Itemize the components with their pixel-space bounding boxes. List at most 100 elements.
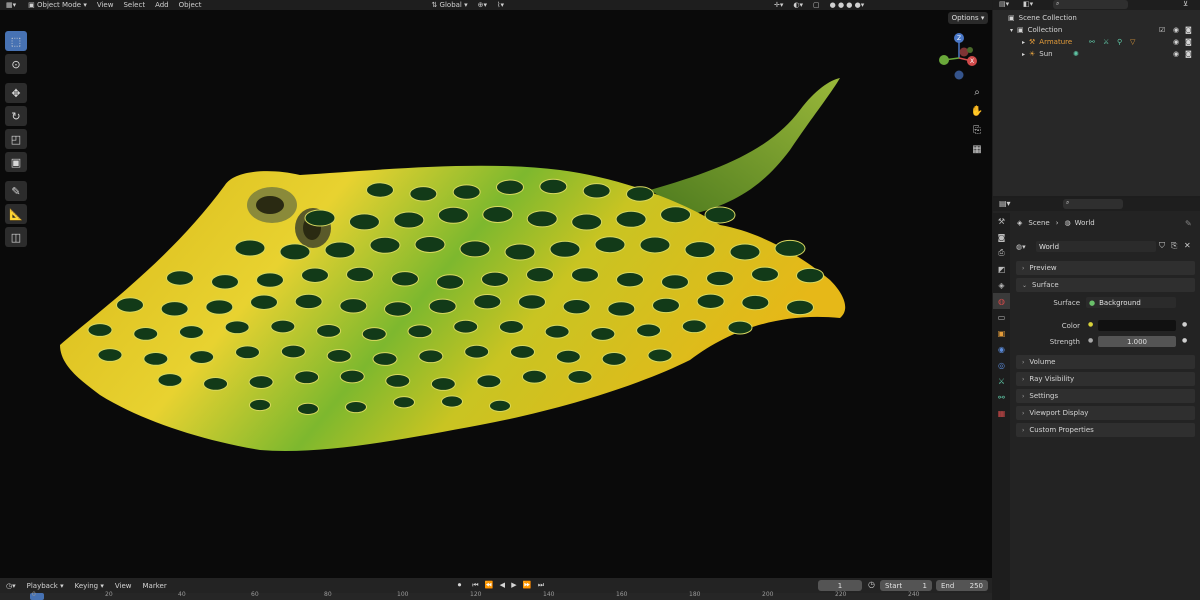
end-frame-field[interactable]: End 250 — [936, 580, 988, 591]
timeline-editor-icon[interactable]: ◷▾ — [6, 582, 16, 590]
select-box-tool[interactable]: ⬚ — [5, 31, 27, 51]
render-camera-icon[interactable]: ◙ — [1185, 38, 1192, 46]
menu-add[interactable]: Add — [155, 0, 169, 10]
panel-custom-properties[interactable]: › Custom Properties — [1016, 423, 1195, 437]
collection-row[interactable]: ▾ ▣ Collection ☑ ◉ ◙ — [993, 24, 1200, 36]
editor-type-icon[interactable]: ▦▾ — [6, 0, 16, 10]
camera-icon[interactable]: ⎘ — [970, 122, 984, 138]
pin-icon[interactable]: ✎ — [1185, 219, 1192, 228]
modifier-tab-icon[interactable]: ◉ — [993, 341, 1010, 357]
outliner-editor-icon[interactable]: ▤▾ — [999, 0, 1009, 8]
navigation-gizmo[interactable]: Z X — [934, 28, 984, 83]
unlink-icon[interactable]: ✕ — [1184, 241, 1191, 250]
expand-arrow-icon[interactable]: ▸ — [1022, 39, 1025, 46]
world-datablock-selector[interactable]: ◍▾ — [1016, 241, 1036, 253]
color-swatch[interactable] — [1098, 320, 1176, 331]
menu-view-timeline[interactable]: View — [115, 582, 132, 590]
panel-settings[interactable]: › Settings — [1016, 389, 1195, 403]
scale-tool[interactable]: ◰ — [5, 129, 27, 149]
options-button[interactable]: Options ▾ — [948, 12, 988, 24]
cursor-tool[interactable]: ⊙ — [5, 54, 27, 74]
start-frame-field[interactable]: Start 1 — [880, 580, 932, 591]
body-spot — [594, 236, 626, 254]
keyframe-dot-icon[interactable]: ● — [1182, 321, 1187, 328]
object-tab-icon[interactable]: ▣ — [993, 325, 1010, 341]
transform-tool[interactable]: ▣ — [5, 152, 27, 172]
checkbox-icon[interactable]: ☑ — [1159, 26, 1165, 34]
constraints-tab-icon[interactable]: ⚯ — [993, 389, 1010, 405]
properties-tabs: ⚒ ◙ ⎙ ◩ ◈ ◍ ▭ ▣ ◉ ◎ ⚔ ⚯ ▦ — [993, 213, 1010, 600]
body-spot — [562, 298, 591, 315]
measure-tool[interactable]: 📐 — [5, 204, 27, 224]
collection-tab-icon[interactable]: ▭ — [993, 309, 1010, 325]
view-layer-tab-icon[interactable]: ◩ — [993, 261, 1010, 277]
stingray-model[interactable] — [0, 0, 992, 578]
body-spot — [571, 267, 599, 283]
display-mode-icon[interactable]: ◧▾ — [1023, 0, 1033, 8]
keyframe-dot-icon[interactable]: ● — [1182, 337, 1187, 344]
overlay-icon[interactable]: ◐▾ — [793, 0, 803, 10]
properties-search[interactable]: ⌕ — [1063, 199, 1123, 209]
world-name-field[interactable]: World — [1036, 241, 1156, 252]
menu-marker[interactable]: Marker — [143, 582, 167, 590]
expand-arrow-icon[interactable]: ▾ — [1010, 27, 1013, 34]
scene-collection-row[interactable]: ▣ Scene Collection — [993, 12, 1200, 24]
timeline-ruler[interactable]: 0 20 40 60 80 100 120 140 160 180 200 220 240 — [0, 591, 992, 600]
fake-user-icon[interactable]: ⛉ — [1159, 241, 1165, 251]
visibility-eye-icon[interactable]: ◉ — [1173, 50, 1179, 58]
panel-volume[interactable]: › Volume — [1016, 355, 1195, 369]
pan-hand-icon[interactable]: ✋ — [970, 103, 984, 119]
move-tool[interactable]: ✥ — [5, 83, 27, 103]
output-tab-icon[interactable]: ⎙ — [993, 245, 1010, 261]
menu-view[interactable]: View — [97, 0, 114, 10]
expand-arrow-icon[interactable]: ▸ — [1022, 51, 1025, 58]
physics-tab-icon[interactable]: ⚔ — [993, 373, 1010, 389]
panel-ray-visibility[interactable]: › Ray Visibility — [1016, 372, 1195, 386]
viewport-header: ▦▾ ▣ Object Mode ▾ View Select Add Objec… — [0, 0, 992, 10]
panel-viewport-display[interactable]: › Viewport Display — [1016, 406, 1195, 420]
render-camera-icon[interactable]: ◙ — [1185, 26, 1192, 34]
outliner-search[interactable]: ⌕ — [1053, 0, 1128, 9]
panel-surface[interactable]: ⌄ Surface — [1016, 278, 1195, 292]
particles-tab-icon[interactable]: ◎ — [993, 357, 1010, 373]
render-tab-icon[interactable]: ◙ — [993, 229, 1010, 245]
annotate-tool[interactable]: ✎ — [5, 181, 27, 201]
body-spot — [706, 270, 734, 287]
3d-viewport[interactable]: ▦▾ ▣ Object Mode ▾ View Select Add Objec… — [0, 0, 992, 578]
menu-playback[interactable]: Playback ▾ — [27, 582, 64, 590]
surface-shader-field[interactable]: ● Background — [1086, 297, 1176, 308]
render-camera-icon[interactable]: ◙ — [1185, 50, 1192, 58]
clock-icon[interactable]: ◷ — [868, 580, 875, 589]
menu-object[interactable]: Object — [179, 0, 202, 10]
menu-keying[interactable]: Keying ▾ — [75, 582, 104, 590]
grid-icon[interactable]: ▦ — [970, 141, 984, 157]
record-icon[interactable]: ⏺ — [458, 581, 462, 590]
rotate-tool[interactable]: ↻ — [5, 106, 27, 126]
light-data-icon: ✺ — [1073, 50, 1079, 58]
transform-orientation-dropdown[interactable]: ⇅ Global ▾ — [431, 0, 467, 10]
gizmo-toggle-icon[interactable]: ✛▾ — [774, 0, 783, 10]
filter-icon[interactable]: ⊻ — [1183, 0, 1188, 8]
outliner-item-armature[interactable]: ▸ ⚒ Armature ⚯ ⚔ ⚲ ▽ ◉ ◙ — [993, 36, 1200, 48]
panel-preview[interactable]: › Preview — [1016, 261, 1195, 275]
texture-tab-icon[interactable]: ▦ — [993, 405, 1010, 421]
snap-icon[interactable]: ⌇▾ — [497, 0, 504, 10]
current-frame-field[interactable]: 1 — [818, 580, 862, 591]
strength-field[interactable]: 1.000 — [1098, 336, 1176, 347]
mode-dropdown[interactable]: ▣ Object Mode ▾ — [28, 0, 87, 10]
duplicate-icon[interactable]: ⎘ — [1171, 241, 1177, 251]
properties-editor-icon[interactable]: ▤▾ — [999, 199, 1011, 208]
playback-controls[interactable]: ⏮ ⏪ ◀ ▶ ⏩ ⏭ — [472, 581, 546, 590]
scene-tab-icon[interactable]: ◈ — [993, 277, 1010, 293]
zoom-icon[interactable]: ⌕ — [970, 84, 984, 100]
shading-modes[interactable]: ● ● ● ●▾ — [830, 0, 865, 10]
world-tab-icon[interactable]: ◍ — [993, 293, 1010, 309]
menu-select[interactable]: Select — [123, 0, 145, 10]
pivot-icon[interactable]: ⊕▾ — [478, 0, 487, 10]
tool-tab-icon[interactable]: ⚒ — [993, 213, 1010, 229]
add-cube-tool[interactable]: ◫ — [5, 227, 27, 247]
visibility-eye-icon[interactable]: ◉ — [1173, 26, 1179, 34]
xray-icon[interactable]: ▢ — [813, 0, 820, 10]
outliner-item-sun[interactable]: ▸ ☀ Sun ✺ ◉ ◙ — [993, 48, 1200, 60]
visibility-eye-icon[interactable]: ◉ — [1173, 38, 1179, 46]
